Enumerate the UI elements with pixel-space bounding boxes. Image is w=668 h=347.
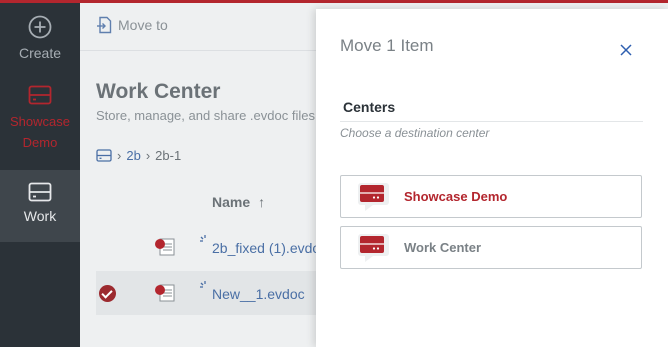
sync-icon <box>200 235 206 242</box>
rail-work-label: Work <box>23 208 57 224</box>
rail-create-label: Create <box>18 45 62 61</box>
move-dialog: Move 1 Item Centers Choose a destination… <box>316 9 668 347</box>
centers-heading: Centers <box>343 99 396 115</box>
breadcrumb-item: 2b-1 <box>155 148 182 163</box>
center-option-label: Showcase Demo <box>404 189 508 204</box>
rail-showcase-label-line1: Showcase <box>10 114 70 129</box>
drive-icon[interactable] <box>96 149 112 162</box>
rail-item-showcase-demo[interactable]: Showcase Demo <box>0 85 80 165</box>
file-name[interactable]: New__1.evdoc <box>212 286 305 302</box>
dialog-title: Move 1 Item <box>340 36 434 55</box>
drive-icon <box>28 182 52 202</box>
breadcrumb-item[interactable]: 2b <box>126 148 140 163</box>
column-header-label: Name <box>212 194 251 210</box>
plus-circle-icon <box>28 15 52 39</box>
move-file-icon <box>97 16 112 34</box>
chevron-right-icon: › <box>145 148 151 163</box>
center-option-work-center[interactable]: Work Center <box>340 226 642 269</box>
centers-hint: Choose a destination center <box>340 126 490 140</box>
center-chat-icon <box>358 234 389 262</box>
arrow-up-icon: ↑ <box>258 194 266 210</box>
rail-showcase-label-line2: Demo <box>22 135 58 150</box>
file-name[interactable]: 2b_fixed (1).evdoc <box>212 240 327 256</box>
drive-icon <box>28 85 52 105</box>
center-option-showcase-demo[interactable]: Showcase Demo <box>340 175 642 218</box>
page-title: Work Center <box>96 80 221 103</box>
evdoc-file-icon <box>155 284 175 302</box>
rail-item-work[interactable]: Work <box>0 170 80 242</box>
column-header-name[interactable]: Name ↑ <box>212 194 265 210</box>
close-icon[interactable] <box>619 43 633 57</box>
center-option-label: Work Center <box>404 240 482 255</box>
page-subtitle: Store, manage, and share .evdoc files <box>96 108 315 123</box>
breadcrumb: › 2b › 2b-1 <box>96 148 181 163</box>
divider <box>340 121 643 122</box>
checkmark-circle-icon[interactable] <box>99 285 116 302</box>
chevron-right-icon: › <box>117 148 122 163</box>
evdoc-file-icon <box>155 238 175 256</box>
left-rail: Create Showcase Demo Work <box>0 3 80 347</box>
sync-icon <box>200 281 206 288</box>
rail-item-create[interactable]: Create <box>0 15 80 75</box>
rail-showcase-label: Showcase Demo <box>0 111 80 153</box>
move-to-label: Move to <box>118 17 168 33</box>
move-to-button[interactable]: Move to <box>96 16 168 34</box>
center-chat-icon <box>358 183 389 211</box>
